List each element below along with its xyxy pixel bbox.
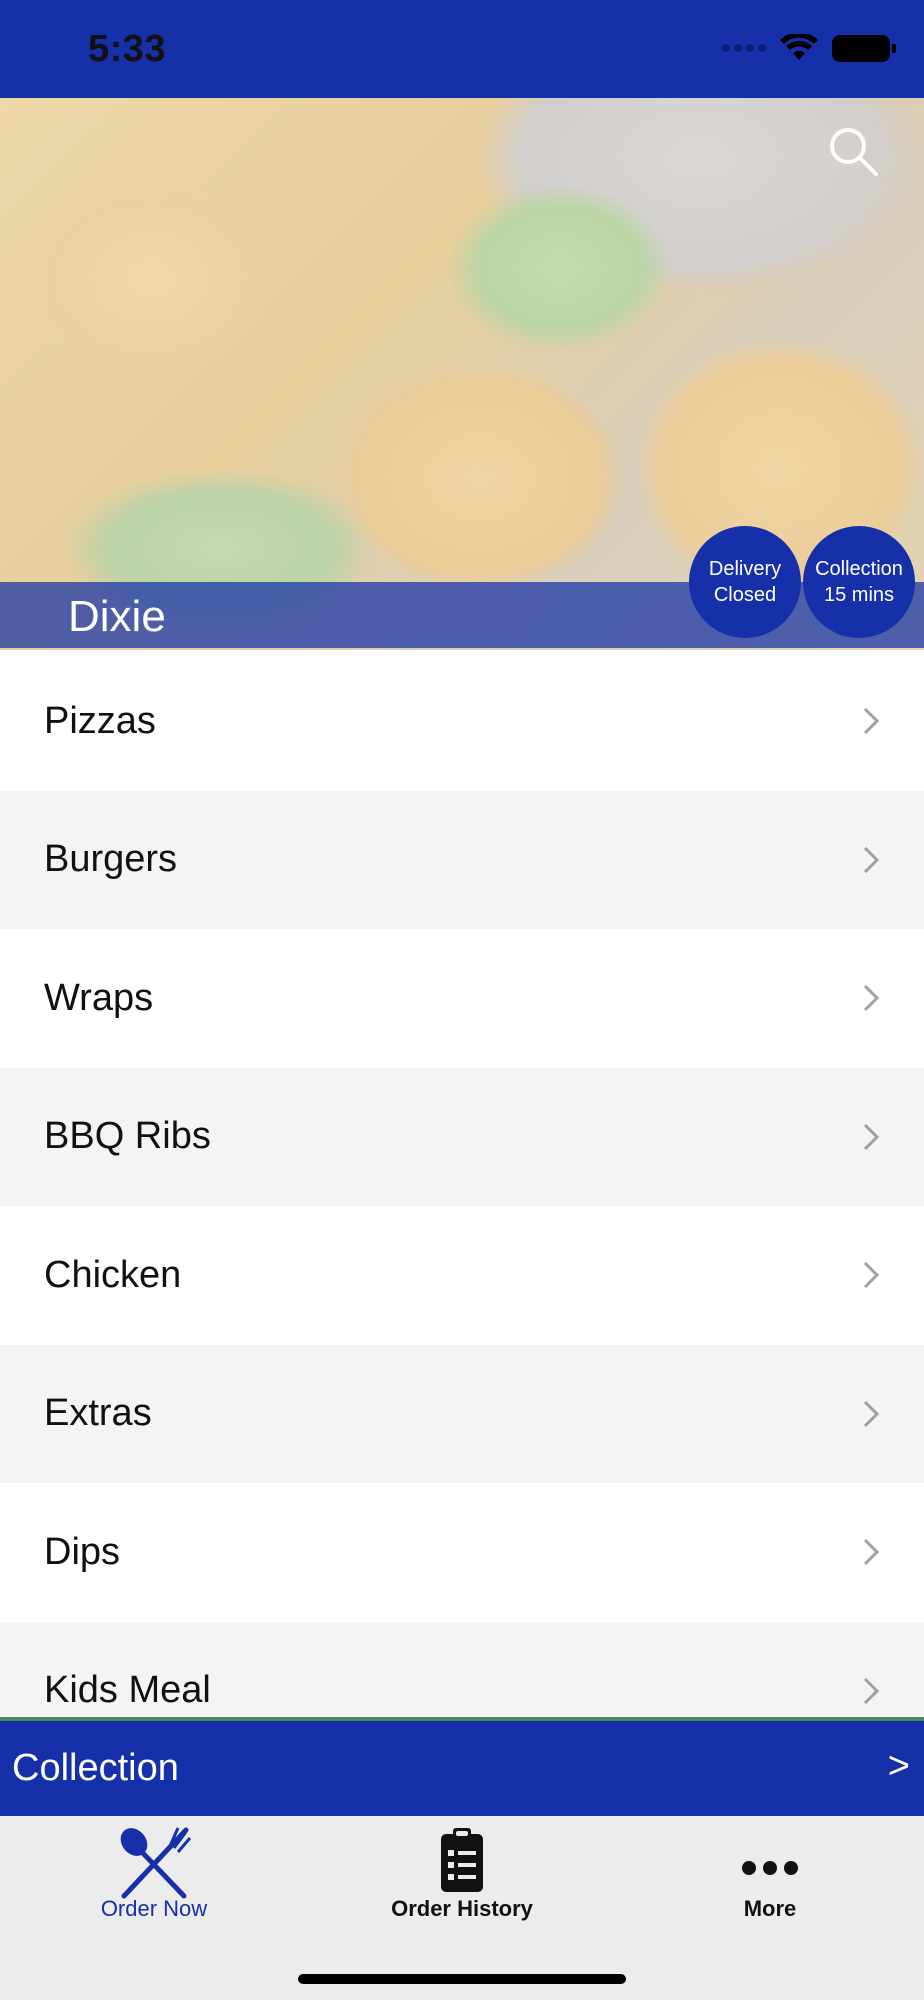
menu-category-label: Dips [44, 1530, 121, 1573]
menu-category-label: Burgers [44, 838, 178, 881]
tab-order-now[interactable]: Order Now [0, 1816, 308, 1926]
more-dots-icon [742, 1861, 798, 1875]
menu-category-list: Pizzas Burgers Wraps BBQ Ribs Chicken Ex… [0, 652, 924, 1718]
wifi-icon [780, 34, 818, 60]
status-icons [722, 34, 896, 62]
collection-mode-arrow: > [887, 1745, 910, 1787]
menu-category-pizzas[interactable]: Pizzas [0, 652, 924, 791]
menu-category-label: Pizzas [44, 699, 156, 742]
tab-bar: Order Now Order History More [0, 1816, 924, 2000]
hero-banner: Dixie Delivery Closed Collection 15 mins [0, 98, 924, 650]
delivery-badge-line1: Delivery [708, 558, 782, 580]
chevron-right-icon [863, 985, 880, 1012]
clipboard-icon [441, 1828, 483, 1892]
delivery-badge-line2: Closed [713, 584, 777, 606]
search-icon[interactable] [826, 124, 880, 178]
menu-category-extras[interactable]: Extras [0, 1344, 924, 1483]
collection-mode-bar[interactable]: Collection > [0, 1717, 924, 1816]
collection-badge-line2: 15 mins [823, 584, 895, 606]
restaurant-name: Dixie [68, 592, 166, 641]
collection-badge-line1: Collection [815, 558, 903, 580]
chevron-right-icon [863, 846, 880, 873]
battery-icon [832, 34, 896, 62]
tab-label: More [743, 1896, 797, 1921]
delivery-status-badge: Delivery Closed [689, 526, 801, 638]
tab-label: Order Now [100, 1896, 208, 1921]
collection-mode-label: Collection [12, 1747, 179, 1789]
menu-category-burgers[interactable]: Burgers [0, 790, 924, 929]
fork-knife-icon [120, 1827, 192, 1899]
tab-label: Order History [391, 1896, 533, 1921]
menu-category-label: Kids Meal [44, 1669, 211, 1712]
chevron-right-icon [863, 1400, 880, 1427]
menu-category-chicken[interactable]: Chicken [0, 1206, 924, 1345]
menu-category-label: Chicken [44, 1253, 182, 1296]
menu-category-kids-meal[interactable]: Kids Meal [0, 1621, 924, 1718]
menu-category-label: Wraps [44, 976, 154, 1019]
chevron-right-icon [863, 1539, 880, 1566]
home-indicator[interactable] [298, 1974, 626, 1984]
collection-status-badge: Collection 15 mins [803, 526, 915, 638]
tab-more[interactable]: More [616, 1816, 924, 1926]
menu-category-bbq-ribs[interactable]: BBQ Ribs [0, 1067, 924, 1206]
menu-category-wraps[interactable]: Wraps [0, 929, 924, 1068]
menu-category-label: Extras [44, 1392, 152, 1435]
signal-icon [722, 44, 766, 52]
status-time: 5:33 [88, 28, 167, 70]
chevron-right-icon [863, 1123, 880, 1150]
status-bar: 5:33 [0, 0, 924, 98]
chevron-right-icon [863, 708, 880, 735]
chevron-right-icon [863, 1677, 880, 1704]
menu-category-dips[interactable]: Dips [0, 1483, 924, 1622]
chevron-right-icon [863, 1262, 880, 1289]
menu-category-label: BBQ Ribs [44, 1115, 211, 1158]
tab-order-history[interactable]: Order History [308, 1816, 616, 1926]
